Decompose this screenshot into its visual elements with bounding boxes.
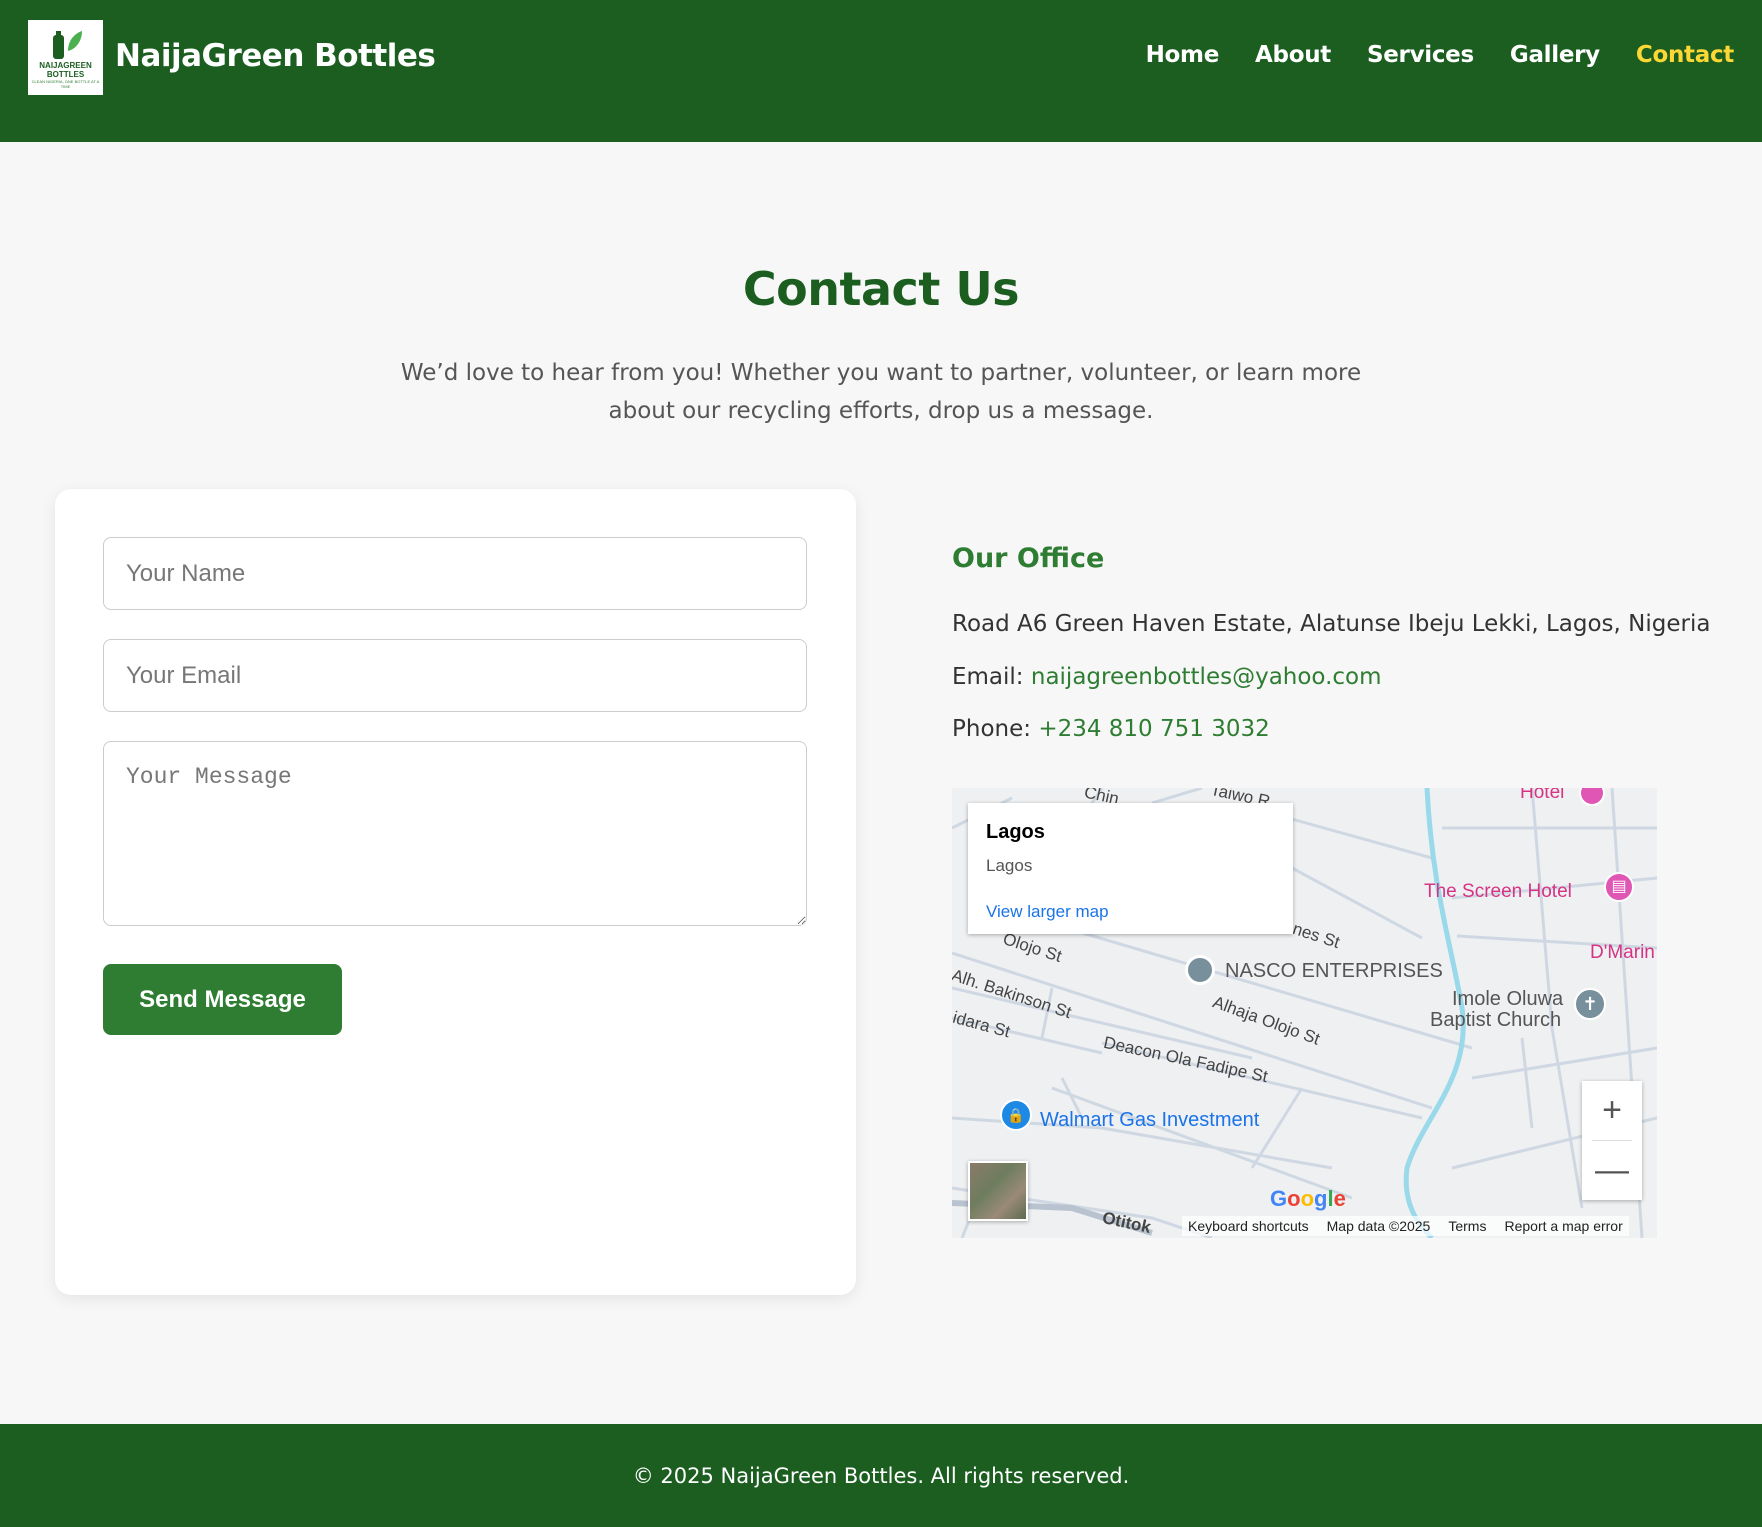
embedded-map[interactable]: Hotel The Screen Hotel ▤ D'Marin NASCO E… — [952, 788, 1657, 1238]
phone-label: Phone: — [952, 716, 1031, 742]
site-footer: © 2025 NaijaGreen Bottles. All rights re… — [0, 1424, 1762, 1527]
page-title: Contact Us — [742, 262, 1020, 316]
nav-about[interactable]: About — [1255, 42, 1331, 68]
nav-services[interactable]: Services — [1367, 42, 1474, 68]
map-label-walmart[interactable]: Walmart Gas Investment — [1040, 1109, 1259, 1132]
zoom-out-button[interactable]: — — [1582, 1141, 1642, 1200]
email-link[interactable]: naijagreenbottles@yahoo.com — [1031, 664, 1382, 690]
office-address: Road A6 Green Haven Estate, Alatunse Ibe… — [952, 611, 1711, 637]
google-logo: Google — [1270, 1186, 1346, 1211]
nav-home[interactable]: Home — [1146, 42, 1220, 68]
message-textarea[interactable] — [103, 741, 807, 926]
send-message-button[interactable]: Send Message — [103, 964, 342, 1035]
map-label-imole-1[interactable]: Imole Oluwa — [1452, 988, 1563, 1011]
map-data-text: Map data ©2025 — [1326, 1218, 1431, 1234]
map-label-imole-2[interactable]: Baptist Church — [1430, 1009, 1561, 1032]
satellite-toggle[interactable] — [968, 1161, 1028, 1221]
logo[interactable]: NAIJAGREEN BOTTLES CLEAN NIGERIA, ONE BO… — [28, 20, 103, 95]
brand-name[interactable]: NaijaGreen Bottles — [115, 38, 436, 74]
hotel-pin-icon[interactable]: ▤ — [1604, 872, 1634, 902]
nav-gallery[interactable]: Gallery — [1510, 42, 1600, 68]
map-label-dmarin[interactable]: D'Marin — [1590, 942, 1655, 964]
contact-form-card: Send Message — [55, 489, 856, 1295]
map-footer: Keyboard shortcuts Map data ©2025 Terms … — [1182, 1216, 1629, 1236]
email-label: Email: — [952, 664, 1024, 690]
map-label-nasco[interactable]: NASCO ENTERPRISES — [1225, 960, 1443, 983]
popup-title: Lagos — [986, 821, 1045, 843]
map-info-popup: Lagos Lagos View larger map — [968, 803, 1293, 934]
logo-wordmark: NAIJAGREEN BOTTLES — [39, 60, 92, 79]
popup-subtitle: Lagos — [986, 856, 1033, 875]
zoom-in-button[interactable]: + — [1582, 1081, 1642, 1140]
keyboard-shortcuts-link[interactable]: Keyboard shortcuts — [1188, 1218, 1309, 1234]
phone-link[interactable]: +234 810 751 3032 — [1038, 716, 1269, 742]
copyright-text: © 2025 NaijaGreen Bottles. All rights re… — [632, 1464, 1130, 1488]
page-subtitle: We’d love to hear from you! Whether you … — [400, 360, 1362, 424]
shopping-pin-icon[interactable]: 🔒 — [1000, 1099, 1032, 1131]
office-title: Our Office — [952, 543, 1105, 574]
office-email-line: Email: naijagreenbottles@yahoo.com — [952, 664, 1382, 690]
site-header: NAIJAGREEN BOTTLES CLEAN NIGERIA, ONE BO… — [0, 0, 1762, 142]
church-pin-icon[interactable]: ✝ — [1574, 988, 1606, 1020]
bottle-leaf-icon — [52, 30, 82, 59]
office-phone-line: Phone: +234 810 751 3032 — [952, 716, 1270, 742]
map-label-hotel[interactable]: Hotel — [1520, 788, 1564, 804]
email-input[interactable] — [103, 639, 807, 712]
report-error-link[interactable]: Report a map error — [1504, 1218, 1622, 1234]
name-input[interactable] — [103, 537, 807, 610]
zoom-control: + — — [1582, 1081, 1642, 1200]
map-label-screen-hotel[interactable]: The Screen Hotel — [1424, 881, 1572, 903]
view-larger-map-link[interactable]: View larger map — [986, 902, 1109, 922]
nav-contact[interactable]: Contact — [1636, 42, 1734, 68]
place-pin-icon[interactable] — [1185, 955, 1215, 985]
main-nav: Home About Services Gallery Contact — [1146, 42, 1735, 68]
terms-link[interactable]: Terms — [1448, 1218, 1486, 1234]
logo-tagline: CLEAN NIGERIA, ONE BOTTLE AT A TIME — [31, 78, 100, 89]
